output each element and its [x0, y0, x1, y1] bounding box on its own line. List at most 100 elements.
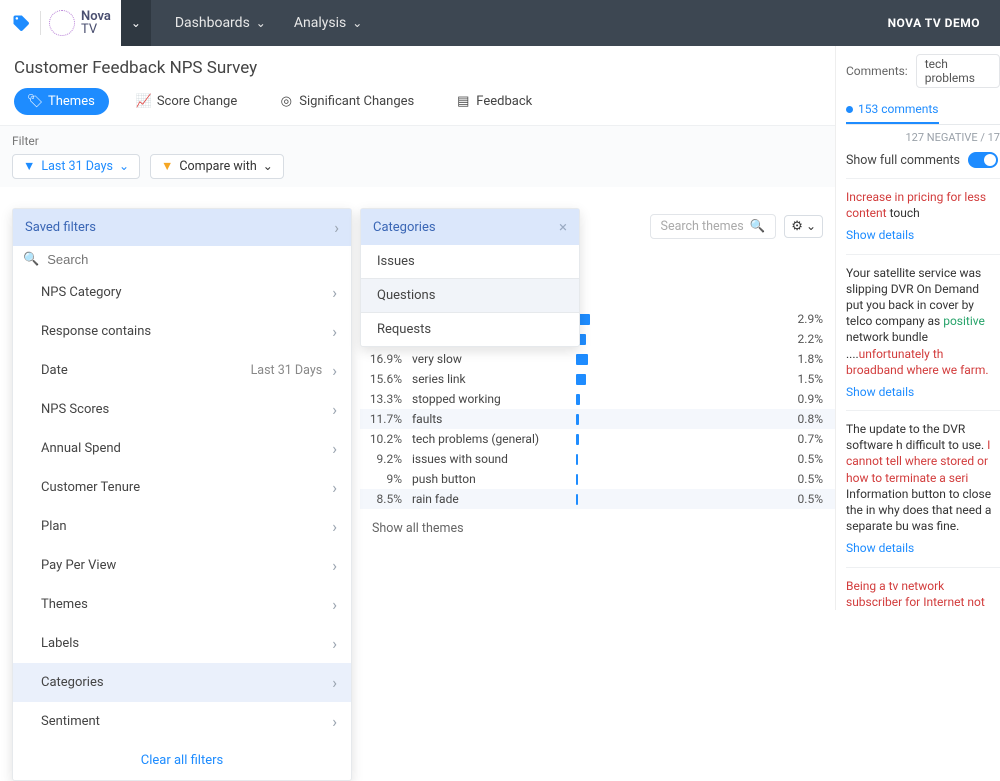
chevron-down-icon	[131, 16, 141, 31]
filter-item[interactable]: NPS Scores	[13, 390, 351, 429]
tag-icon: 🏷	[28, 95, 42, 109]
filter-item-label: Plan	[41, 519, 67, 534]
theme-row[interactable]: 9% push button 0.5%	[360, 469, 835, 489]
filter-item[interactable]: Customer Tenure	[13, 468, 351, 507]
account-label[interactable]: NOVA TV DEMO	[888, 16, 1000, 30]
filter-item-label: Sentiment	[41, 714, 100, 729]
theme-label: faults	[412, 412, 576, 426]
compare-chip[interactable]: ▼ Compare with	[150, 154, 284, 179]
nav-dashboards[interactable]: Dashboards	[175, 15, 266, 31]
org-name: NovaTV	[81, 10, 111, 36]
theme-row[interactable]: 9.2% issues with sound 0.5%	[360, 449, 835, 469]
filter-area: Filter ▼ Last 31 Days ▼ Compare with Sav…	[0, 125, 835, 187]
theme-bar-track	[576, 349, 785, 369]
comments-count-tab[interactable]: 153 comments	[846, 96, 939, 124]
theme-bar-track	[576, 489, 785, 509]
list-icon: ▤	[456, 95, 470, 109]
chevron-down-icon	[119, 159, 129, 174]
filter-item-label: Date	[41, 363, 68, 378]
categories-header: Categories ×	[361, 209, 579, 245]
filter-item[interactable]: NPS Category	[13, 273, 351, 312]
theme-row[interactable]: 10.2% tech problems (general) 0.7%	[360, 429, 835, 449]
filter-item[interactable]: Categories	[13, 663, 351, 702]
filter-item[interactable]: Annual Spend	[13, 429, 351, 468]
show-full-toggle[interactable]	[968, 152, 998, 168]
theme-row[interactable]: 16.9% very slow 1.8%	[360, 349, 835, 369]
divider	[40, 11, 41, 35]
chevron-down-icon	[256, 15, 266, 31]
gear-icon: ⚙	[791, 219, 803, 234]
chevron-right-icon	[332, 712, 337, 731]
show-details-link[interactable]: Show details	[846, 534, 996, 556]
theme-pct-baseline: 9.2%	[360, 452, 412, 466]
tab-score-change[interactable]: 📈Score Change	[123, 88, 251, 115]
filter-item[interactable]: Plan	[13, 507, 351, 546]
category-item[interactable]: Issues	[361, 245, 579, 278]
search-themes[interactable]: Search themes 🔍	[650, 214, 777, 239]
org-logo[interactable]: NovaTV	[49, 10, 111, 36]
show-details-link[interactable]: Show details	[846, 378, 996, 400]
tab-significant-changes[interactable]: ◎Significant Changes	[265, 88, 428, 115]
theme-row[interactable]: 11.7% faults 0.8%	[360, 409, 835, 429]
theme-pct-compare: 0.5%	[785, 452, 835, 466]
tab-themes[interactable]: 🏷Themes	[14, 88, 109, 115]
filter-item-label: Customer Tenure	[41, 480, 140, 495]
filter-item-label: Labels	[41, 636, 79, 651]
org-switcher[interactable]	[121, 0, 151, 46]
theme-row[interactable]: 13.3% stopped working 0.9%	[360, 389, 835, 409]
filter-search-input[interactable]	[47, 252, 341, 267]
filter-item[interactable]: Sentiment	[13, 702, 351, 741]
date-range-chip[interactable]: ▼ Last 31 Days	[12, 154, 140, 179]
chevron-right-icon	[332, 634, 337, 653]
theme-bar-track	[576, 369, 785, 389]
funnel-icon: ▼	[161, 159, 173, 174]
chevron-right-icon	[332, 439, 337, 458]
saved-filters-header[interactable]: Saved filters	[13, 209, 351, 246]
chart-settings[interactable]: ⚙	[784, 215, 823, 238]
theme-label: very slow	[412, 352, 576, 366]
theme-bar-track	[576, 329, 785, 349]
chevron-right-icon	[332, 478, 337, 497]
filter-item[interactable]: Pay Per View	[13, 546, 351, 585]
nav-analysis[interactable]: Analysis	[294, 15, 362, 31]
comment-body: Increase in pricing for less content tou…	[846, 190, 986, 220]
theme-row[interactable]: 8.5% rain fade 0.5%	[360, 489, 835, 509]
filter-item[interactable]: Themes	[13, 585, 351, 624]
theme-label: push button	[412, 472, 576, 486]
filter-item-label: NPS Scores	[41, 402, 109, 417]
show-all-themes[interactable]: Show all themes	[360, 509, 835, 536]
theme-pct-baseline: 9%	[360, 472, 412, 486]
category-item[interactable]: Questions	[361, 278, 579, 313]
filter-item[interactable]: Response contains	[13, 312, 351, 351]
chevron-right-icon	[332, 283, 337, 302]
filter-list: NPS Category Response contains Date Last…	[13, 273, 351, 741]
category-item[interactable]: Requests	[361, 313, 579, 346]
show-full-toggle-row: Show full comments	[846, 148, 1000, 178]
logo-block: NovaTV	[0, 0, 121, 46]
theme-pct-baseline: 10.2%	[360, 432, 412, 446]
chevron-down-icon	[806, 219, 816, 234]
filter-item-label: NPS Category	[41, 285, 121, 300]
theme-pct-compare: 0.5%	[785, 492, 835, 506]
comments-tabs: 153 comments	[846, 96, 1000, 125]
theme-pct-compare: 0.7%	[785, 432, 835, 446]
comments-theme-tag[interactable]: tech problems	[916, 54, 1000, 88]
close-icon[interactable]: ×	[559, 218, 567, 236]
filter-item[interactable]: Labels	[13, 624, 351, 663]
show-details-link[interactable]: Show details	[846, 221, 996, 243]
theme-pct-baseline: 13.3%	[360, 392, 412, 406]
chevron-right-icon	[332, 673, 337, 692]
filter-item[interactable]: Date Last 31 Days	[13, 351, 351, 390]
theme-bar-track	[576, 409, 785, 429]
main-content: Customer Feedback NPS Survey 🏷Themes 📈Sc…	[0, 46, 835, 610]
bar-icon	[576, 494, 578, 505]
clear-all-filters[interactable]: Clear all filters	[13, 741, 351, 780]
theme-pct-baseline: 15.6%	[360, 372, 412, 386]
chevron-right-icon	[332, 517, 337, 536]
filter-search[interactable]: 🔍	[13, 246, 351, 273]
theme-row[interactable]: 15.6% series link 1.5%	[360, 369, 835, 389]
tab-feedback[interactable]: ▤Feedback	[442, 88, 546, 115]
chevron-right-icon	[332, 595, 337, 614]
theme-bar-track	[576, 389, 785, 409]
chart-line-icon: 📈	[137, 95, 151, 109]
